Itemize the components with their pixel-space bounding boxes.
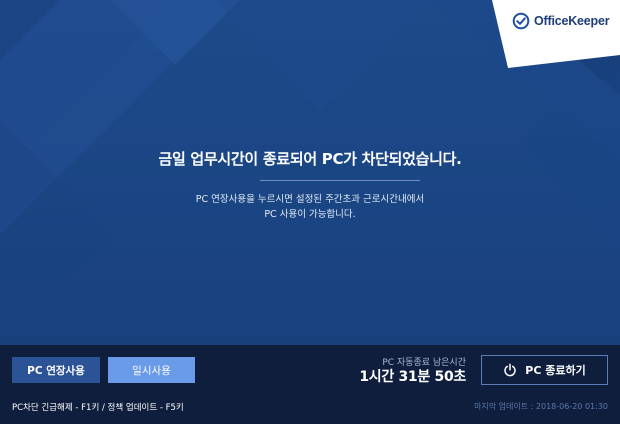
- hotkey-hint: PC차단 긴급해제 - F1키 / 정책 업데이트 - F5키: [12, 403, 184, 413]
- block-description: PC 연장사용을 누르시면 설정된 주간초과 근로시간내에서 PC 사용이 가능…: [0, 192, 620, 222]
- divider: [260, 180, 420, 181]
- last-update-timestamp: 마지막 업데이트 : 2018-06-20 01:30: [474, 402, 608, 411]
- block-headline: 금일 업무시간이 종료되어 PC가 차단되었습니다.: [158, 150, 462, 168]
- pc-shutdown-button[interactable]: PC 종료하기: [481, 355, 608, 385]
- description-line-2: PC 사용이 가능합니다.: [264, 209, 356, 220]
- temporary-use-button[interactable]: 일시사용: [108, 357, 195, 383]
- pc-shutdown-label: PC 종료하기: [525, 364, 586, 377]
- block-screen: OfficeKeeper 금일 업무시간이 종료되어 PC가 차단되었습니다. …: [0, 0, 620, 424]
- power-icon: [504, 363, 516, 377]
- auto-shutdown-countdown: 1시간 31분 50초: [359, 369, 466, 385]
- logo-text: OfficeKeeper: [534, 14, 610, 28]
- checkmark-circle-icon: [512, 12, 530, 30]
- description-line-1: PC 연장사용을 누르시면 설정된 주간초과 근로시간내에서: [195, 194, 425, 205]
- officekeeper-logo: OfficeKeeper: [512, 10, 612, 32]
- pc-extend-button[interactable]: PC 연장사용: [12, 357, 100, 383]
